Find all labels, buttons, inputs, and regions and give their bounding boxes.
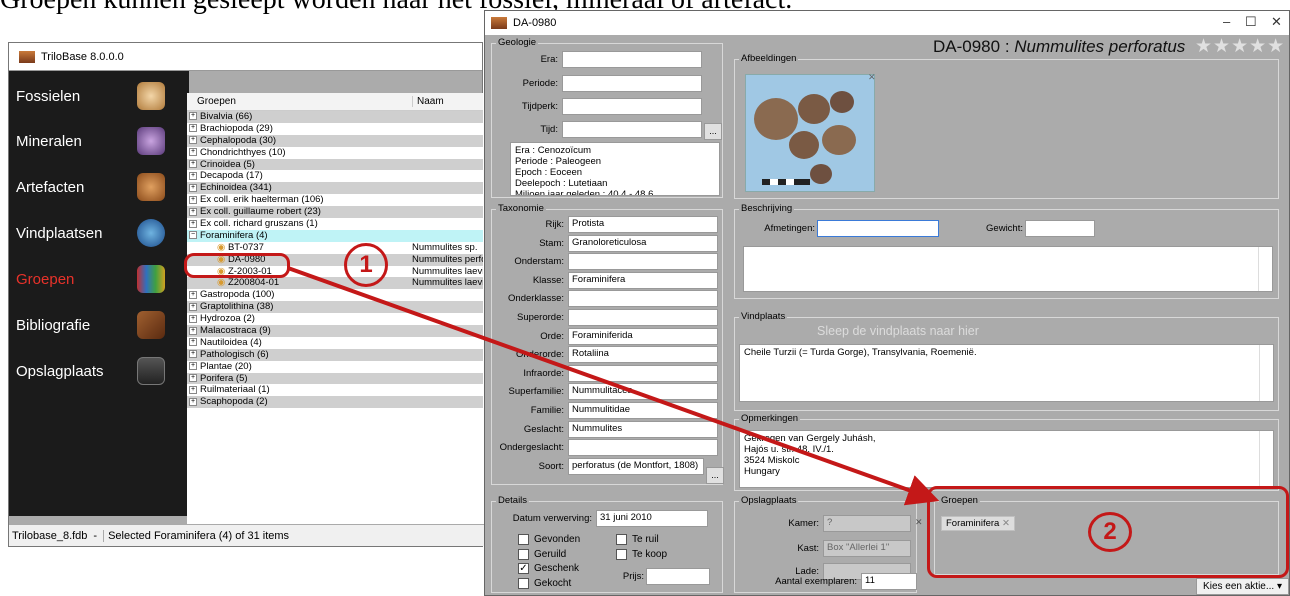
annotation-circle-2: 2 (1088, 512, 1132, 552)
